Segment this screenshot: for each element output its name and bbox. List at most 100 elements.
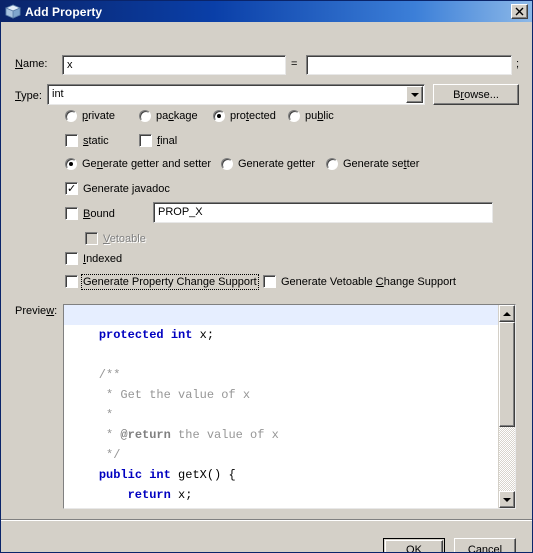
type-label-group: Type: [15,90,42,102]
bound-name-value: PROP_X [158,206,203,218]
checkbox-static-indicator [65,134,78,147]
checkbox-bound-label: Bound [83,207,115,220]
code-token: return [127,488,171,502]
radio-setter-label: Generate setter [343,158,420,170]
equals-sign-text: = [291,58,298,70]
semicolon-text: ; [516,58,520,70]
bound-name-input[interactable]: PROP_X [153,202,493,223]
checkbox-bound[interactable]: Bound [65,207,115,220]
code-token: * [70,408,114,422]
code-line: /** [64,365,498,385]
radio-protected[interactable]: protected [213,110,276,122]
radio-public-label: public [305,110,334,122]
checkbox-indexed-indicator [65,252,78,265]
checkbox-final-label: final [157,134,178,147]
name-input-value: x [67,59,73,71]
code-line: * Get the value of x [64,385,498,405]
checkbox-generate-property-change-support-label: Generate Property Change Support [81,273,259,290]
dialog-body: Name: x = ; Type: int Browse... private [1,22,532,552]
scrollbar-track[interactable] [499,322,515,491]
code-token: the value of x [170,428,279,442]
chevron-down-icon[interactable] [406,86,423,103]
radio-public[interactable]: public [288,110,334,122]
radio-package[interactable]: package [139,110,198,122]
preview-code-area[interactable]: protected int x; /** * Get the value of … [64,305,498,508]
checkbox-static[interactable]: static [65,134,109,147]
initial-value-input[interactable] [306,55,512,75]
checkbox-generate-javadoc-indicator: ✓ [65,182,78,195]
code-token: */ [70,448,121,462]
code-line: } [64,505,498,508]
radio-public-indicator [288,110,300,122]
checkbox-generate-javadoc[interactable]: ✓ Generate javadoc [65,182,170,195]
code-line [64,305,498,325]
radio-setter-indicator [326,158,338,170]
code-token: * Get the value of x [70,388,251,402]
code-token: x; [192,328,215,342]
scrollbar-thumb[interactable] [499,322,515,427]
checkbox-vetoable: Vetoable [85,232,146,245]
name-input[interactable]: x [62,55,286,75]
code-line: */ [64,445,498,465]
code-line: * @return the value of x [64,425,498,445]
browse-button[interactable]: Browse... [433,84,519,105]
radio-package-label: package [156,110,198,122]
radio-getter[interactable]: Generate getter [221,158,315,170]
code-token: int [170,328,193,342]
code-token: getX() { [170,468,236,482]
scroll-down-icon[interactable] [499,491,515,508]
name-label: Name: [15,58,48,70]
type-combobox-value: int [52,88,64,100]
equals-sign: = [291,58,297,70]
checkbox-static-label: static [83,134,109,147]
radio-setter[interactable]: Generate setter [326,158,419,170]
code-line: * [64,405,498,425]
scroll-up-icon[interactable] [499,305,515,322]
radio-getter-label: Generate getter [238,158,316,170]
checkbox-indexed[interactable]: Indexed [65,252,122,265]
code-token: int [149,468,171,482]
type-label: Type: [15,90,42,102]
checkbox-generate-property-change-support[interactable]: Generate Property Change Support [65,273,259,290]
cube-icon [4,4,22,19]
preview-scrollbar[interactable] [498,305,515,508]
checkbox-vetoable-label: Vetoable [103,232,146,245]
close-icon[interactable] [511,4,528,19]
radio-getter-and-setter[interactable]: Generate getter and setter [65,158,211,170]
preview-panel: protected int x; /** * Get the value of … [63,304,516,509]
radio-package-indicator [139,110,151,122]
code-line: return x; [64,485,498,505]
radio-protected-indicator [213,110,225,122]
radio-getter-and-setter-label: Generate getter and setter [82,158,212,170]
type-combobox[interactable]: int [47,84,425,105]
cancel-button[interactable]: Cancel [454,538,516,553]
code-token: protected [98,328,164,342]
checkbox-generate-vetoable-change-support-label: Generate Vetoable Change Support [281,275,456,288]
title-bar[interactable]: Add Property [1,1,532,22]
preview-label: Preview: [15,305,58,317]
ok-button-label: OK [406,543,422,553]
code-line: public int getX() { [64,465,498,485]
button-bar-separator [1,519,532,521]
code-token: @return [120,428,171,442]
checkbox-vetoable-indicator [85,232,98,245]
checkbox-generate-vetoable-change-support[interactable]: Generate Vetoable Change Support [263,275,456,288]
radio-getter-indicator [221,158,233,170]
radio-private-label: private [82,110,116,122]
ok-button[interactable]: OK [383,538,445,553]
checkbox-final[interactable]: final [139,134,177,147]
radio-protected-label: protected [230,110,276,122]
cancel-button-label: Cancel [467,543,503,553]
radio-private[interactable]: private [65,110,115,122]
checkbox-bound-indicator [65,207,78,220]
radio-getter-and-setter-indicator [65,158,77,170]
browse-button-label: Browse... [453,88,499,101]
checkbox-generate-vetoable-change-support-indicator [263,275,276,288]
checkbox-generate-property-change-support-indicator [65,275,78,288]
checkbox-indexed-label: Indexed [83,252,123,265]
semicolon: ; [516,58,519,70]
